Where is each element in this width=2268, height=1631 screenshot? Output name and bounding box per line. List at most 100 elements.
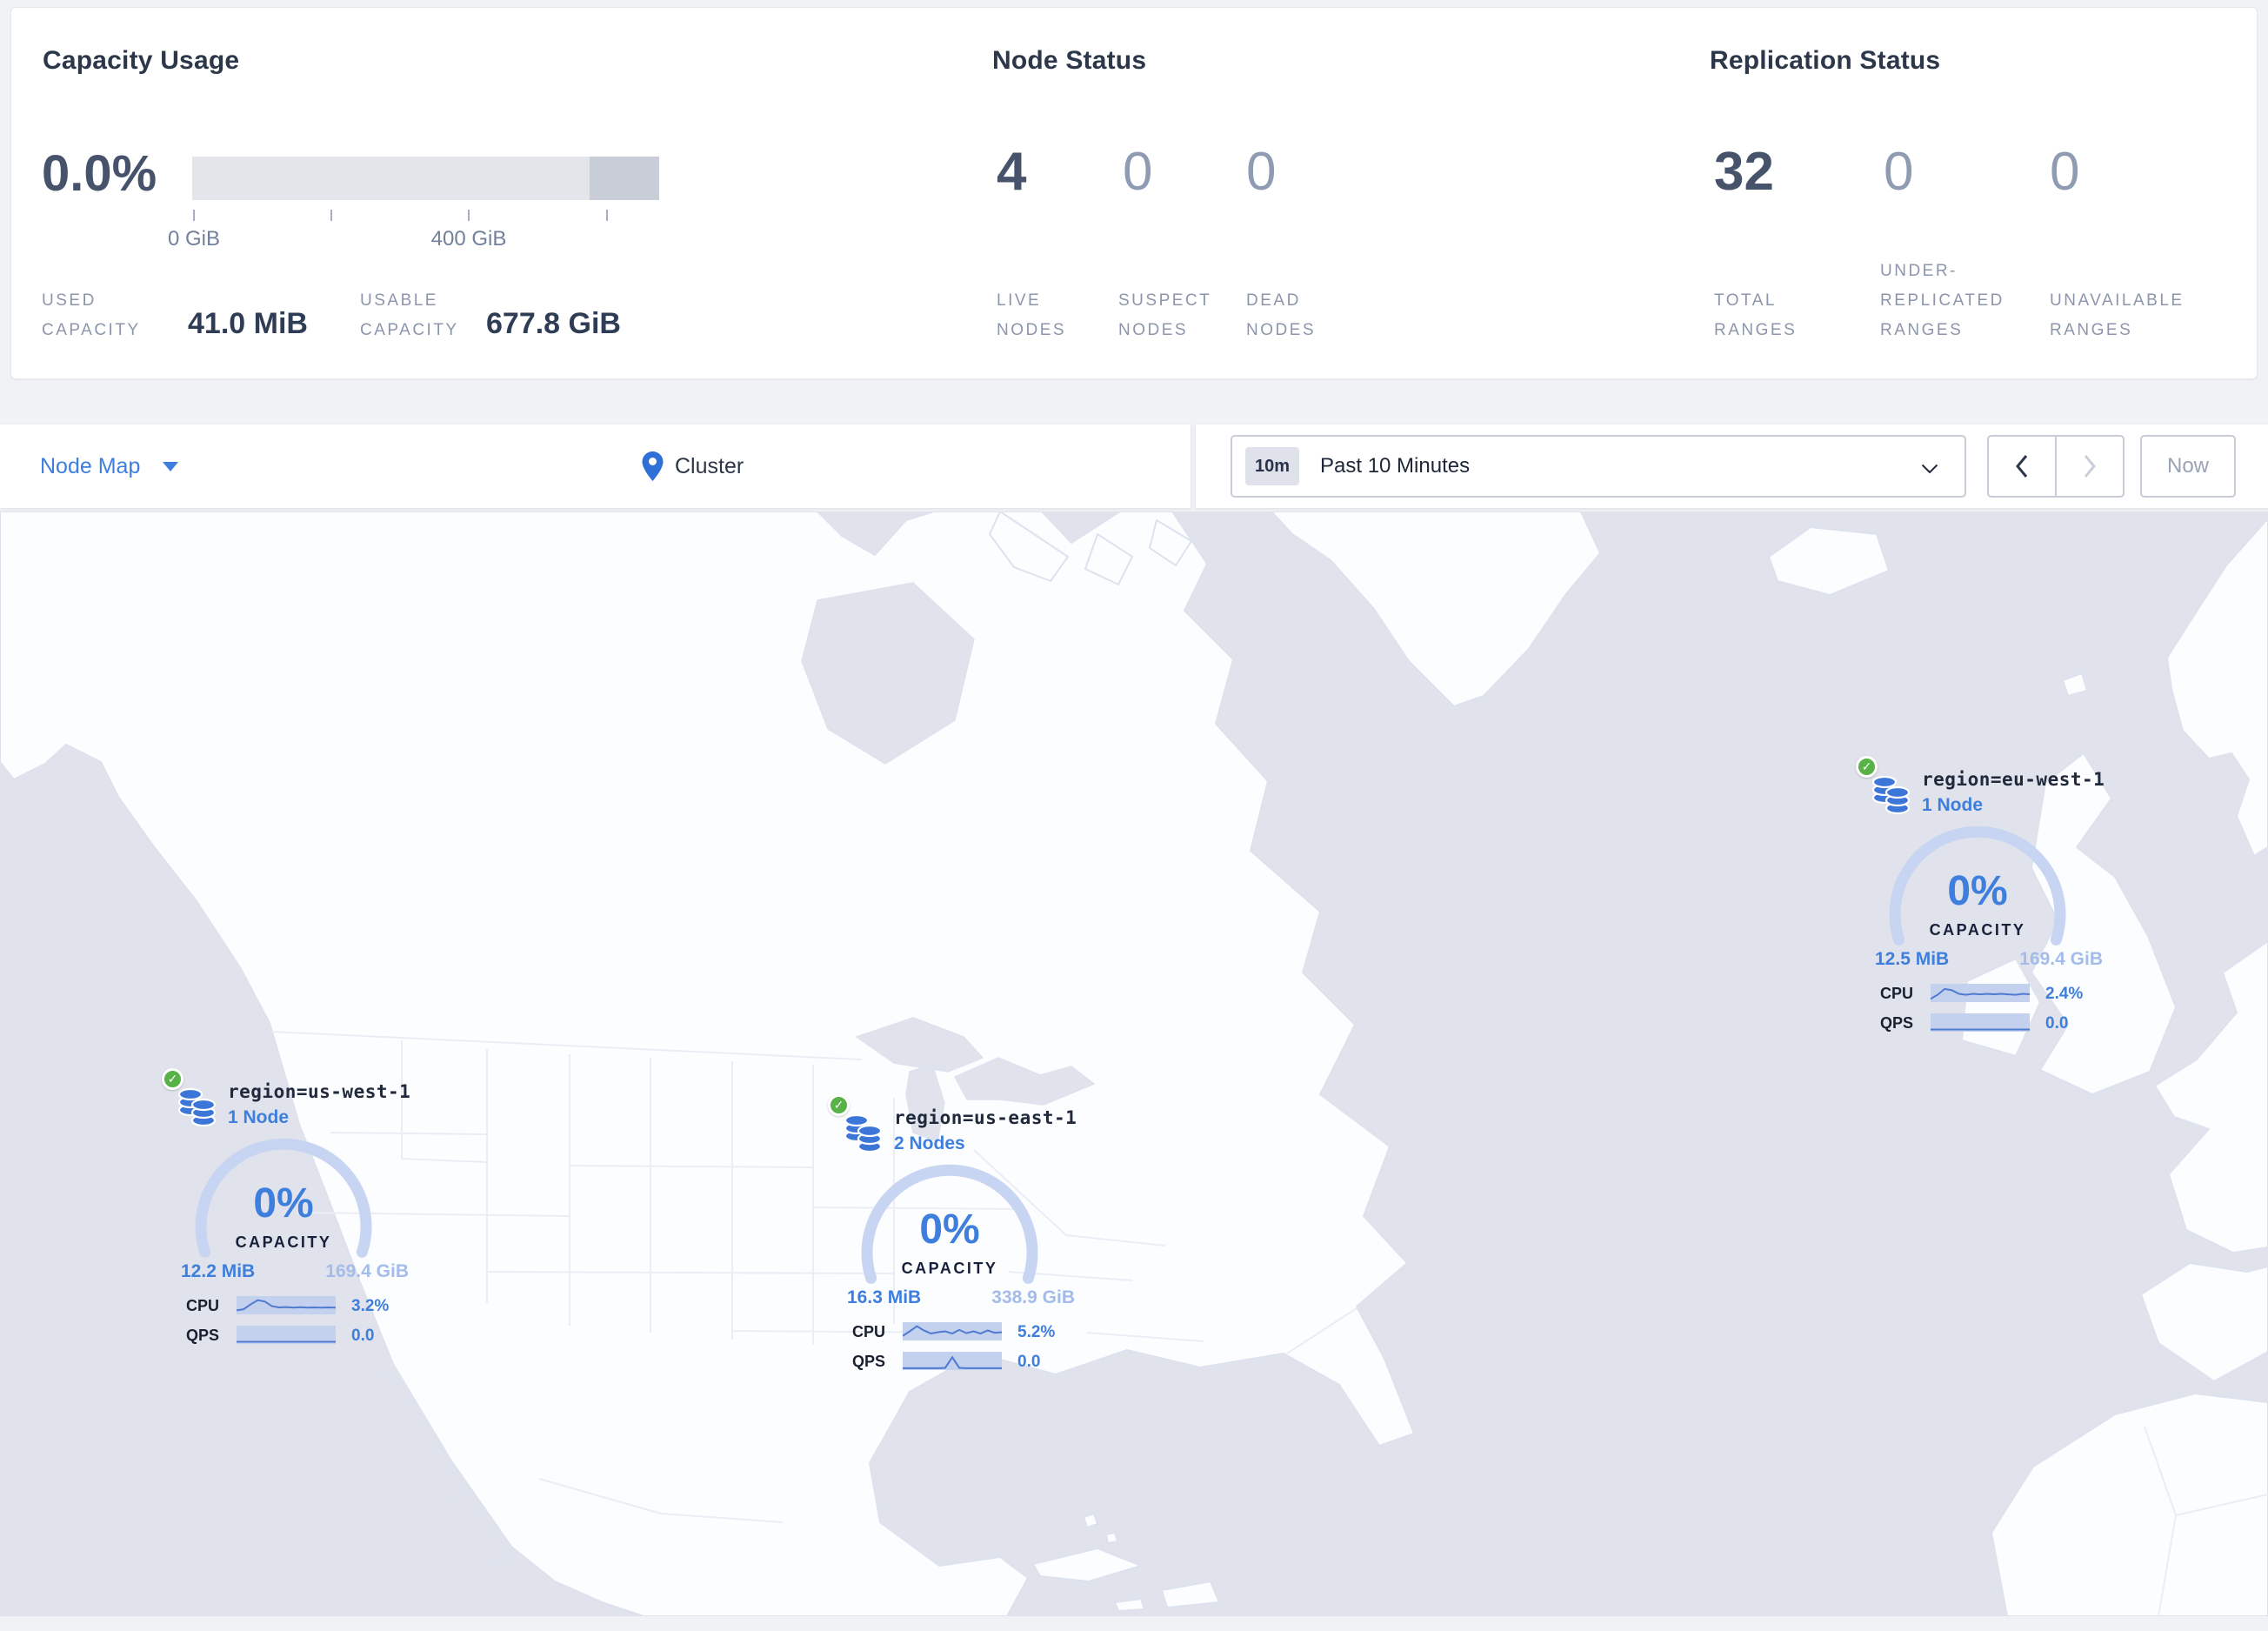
capacity-used-value: 12.2 MiB (181, 1261, 256, 1281)
node-status-title: Node Status (992, 46, 1147, 75)
capacity-bar-reserved-segment (590, 157, 659, 200)
used-capacity-value: 41.0 MiB (188, 307, 308, 340)
axis-tick (193, 210, 195, 221)
axis-tick (330, 210, 332, 221)
now-button[interactable]: Now (2140, 435, 2236, 498)
capacity-label: CAPACITY (901, 1260, 998, 1277)
qps-label: QPS (1880, 1014, 1914, 1032)
map-toolbar: Node Map Cluster (0, 424, 1191, 508)
live-nodes-label: LIVE NODES (997, 291, 1067, 339)
cpu-sparkline (903, 1322, 1002, 1340)
capacity-total-value: 169.4 GiB (325, 1261, 409, 1281)
capacity-percent: 0% (1947, 868, 2008, 914)
used-capacity-label: USED CAPACITY (42, 291, 141, 339)
under-replicated-label: UNDER- REPLICATED RANGES (1880, 262, 2005, 339)
time-range-label: Past 10 Minutes (1320, 454, 1471, 478)
region-node-count: 1 Node (1922, 795, 1984, 815)
chevron-right-icon (2084, 455, 2096, 478)
region-card-us-west-1[interactable]: ✓ region=us-west-1 1 Node 0% CAPACITY 12… (157, 1063, 417, 1359)
region-node-count: 1 Node (228, 1107, 290, 1127)
capacity-label: CAPACITY (235, 1233, 332, 1251)
capacity-usage-percent: 0.0% (42, 145, 157, 202)
healthy-check-icon: ✓ (828, 1094, 850, 1116)
axis-tick (606, 210, 608, 221)
time-range-selector[interactable]: 10m Past 10 Minutes (1231, 435, 1966, 498)
database-nodes-icon (1871, 775, 1911, 815)
healthy-check-icon: ✓ (162, 1068, 183, 1090)
time-step-buttons (1987, 435, 2125, 498)
time-toolbar: 10m Past 10 Minutes Now (1196, 424, 2268, 508)
view-selector-dropdown[interactable]: Node Map (40, 424, 179, 508)
unavailable-label: UNAVAILABLE RANGES (2050, 291, 2185, 339)
usable-capacity-value: 677.8 GiB (486, 307, 621, 340)
chevron-left-icon (2016, 455, 2028, 478)
region-card-us-east-1[interactable]: ✓ region=us-east-1 2 Nodes 0% CAPACITY 1… (823, 1089, 1084, 1385)
capacity-total-value: 169.4 GiB (2019, 949, 2103, 969)
node-map-page: Capacity Usage 0.0% 0 GiB 400 GiB USED C… (0, 0, 2268, 1631)
axis-tick-label: 0 GiB (167, 227, 221, 251)
cpu-row: CPU 5.2% (823, 1322, 1084, 1343)
axis-tick-label: 400 GiB (430, 227, 507, 251)
qps-value: 0.0 (351, 1327, 375, 1345)
capacity-values: 12.2 MiB 169.4 GiB (181, 1261, 409, 1282)
qps-sparkline (237, 1326, 336, 1344)
qps-label: QPS (186, 1327, 220, 1344)
cpu-value: 5.2% (1017, 1323, 1056, 1341)
live-nodes-count: 4 (997, 142, 1027, 202)
cluster-summary-panel: Capacity Usage 0.0% 0 GiB 400 GiB USED C… (10, 7, 2258, 379)
region-label: region=eu-west-1 (1922, 769, 2105, 790)
database-nodes-icon (177, 1087, 217, 1127)
axis-tick (468, 210, 470, 221)
view-selector-label: Node Map (40, 453, 141, 478)
capacity-values: 12.5 MiB 169.4 GiB (1875, 949, 2103, 970)
chevron-down-icon (1921, 464, 1938, 474)
capacity-used-value: 12.5 MiB (1875, 949, 1950, 969)
usable-capacity-label: USABLE CAPACITY (360, 291, 459, 339)
time-forward-button[interactable] (2057, 437, 2123, 496)
capacity-percent: 0% (253, 1180, 314, 1227)
suspect-nodes-count: 0 (1123, 142, 1153, 202)
unavailable-count: 0 (2050, 142, 2080, 202)
cpu-sparkline (237, 1296, 336, 1314)
capacity-values: 16.3 MiB 338.9 GiB (847, 1287, 1075, 1308)
region-label: region=us-west-1 (228, 1081, 411, 1102)
dead-nodes-count: 0 (1246, 142, 1277, 202)
capacity-total-value: 338.9 GiB (991, 1287, 1075, 1307)
breadcrumb-label: Cluster (675, 453, 744, 478)
region-card-eu-west-1[interactable]: ✓ region=eu-west-1 1 Node 0% CAPACITY 12… (1851, 751, 2111, 1046)
time-back-button[interactable] (1989, 437, 2057, 496)
region-node-count: 2 Nodes (894, 1133, 965, 1153)
caret-down-icon (163, 461, 179, 471)
qps-row: QPS 0.0 (823, 1352, 1084, 1373)
region-label: region=us-east-1 (894, 1107, 1077, 1128)
suspect-nodes-label: SUSPECT NODES (1118, 291, 1212, 339)
cpu-row: CPU 3.2% (157, 1296, 417, 1317)
qps-sparkline (903, 1352, 1002, 1370)
capacity-usage-title: Capacity Usage (43, 46, 240, 75)
capacity-used-value: 16.3 MiB (847, 1287, 922, 1307)
total-ranges-count: 32 (1714, 142, 1774, 202)
capacity-percent: 0% (919, 1207, 980, 1253)
cpu-value: 3.2% (351, 1297, 390, 1315)
cpu-label: CPU (1880, 985, 1914, 1002)
under-replicated-count: 0 (1884, 142, 1914, 202)
qps-value: 0.0 (1017, 1353, 1041, 1371)
map-pin-icon (642, 451, 664, 481)
database-nodes-icon (844, 1113, 883, 1153)
capacity-usage-bar (192, 157, 659, 200)
cpu-row: CPU 2.4% (1851, 984, 2111, 1005)
replication-status-title: Replication Status (1710, 46, 1941, 75)
cpu-sparkline (1931, 984, 2030, 1002)
cpu-label: CPU (186, 1297, 220, 1314)
cpu-value: 2.4% (2045, 985, 2084, 1003)
qps-row: QPS 0.0 (1851, 1013, 2111, 1034)
qps-row: QPS 0.0 (157, 1326, 417, 1347)
qps-label: QPS (852, 1353, 886, 1370)
cpu-label: CPU (852, 1323, 886, 1340)
total-ranges-label: TOTAL RANGES (1714, 291, 1798, 339)
capacity-label: CAPACITY (1929, 921, 2026, 939)
breadcrumb[interactable]: Cluster (642, 424, 744, 508)
world-map: ✓ region=us-west-1 1 Node 0% CAPACITY 12… (0, 511, 2268, 1616)
qps-sparkline (1931, 1013, 2030, 1032)
time-range-badge: 10m (1245, 447, 1299, 485)
